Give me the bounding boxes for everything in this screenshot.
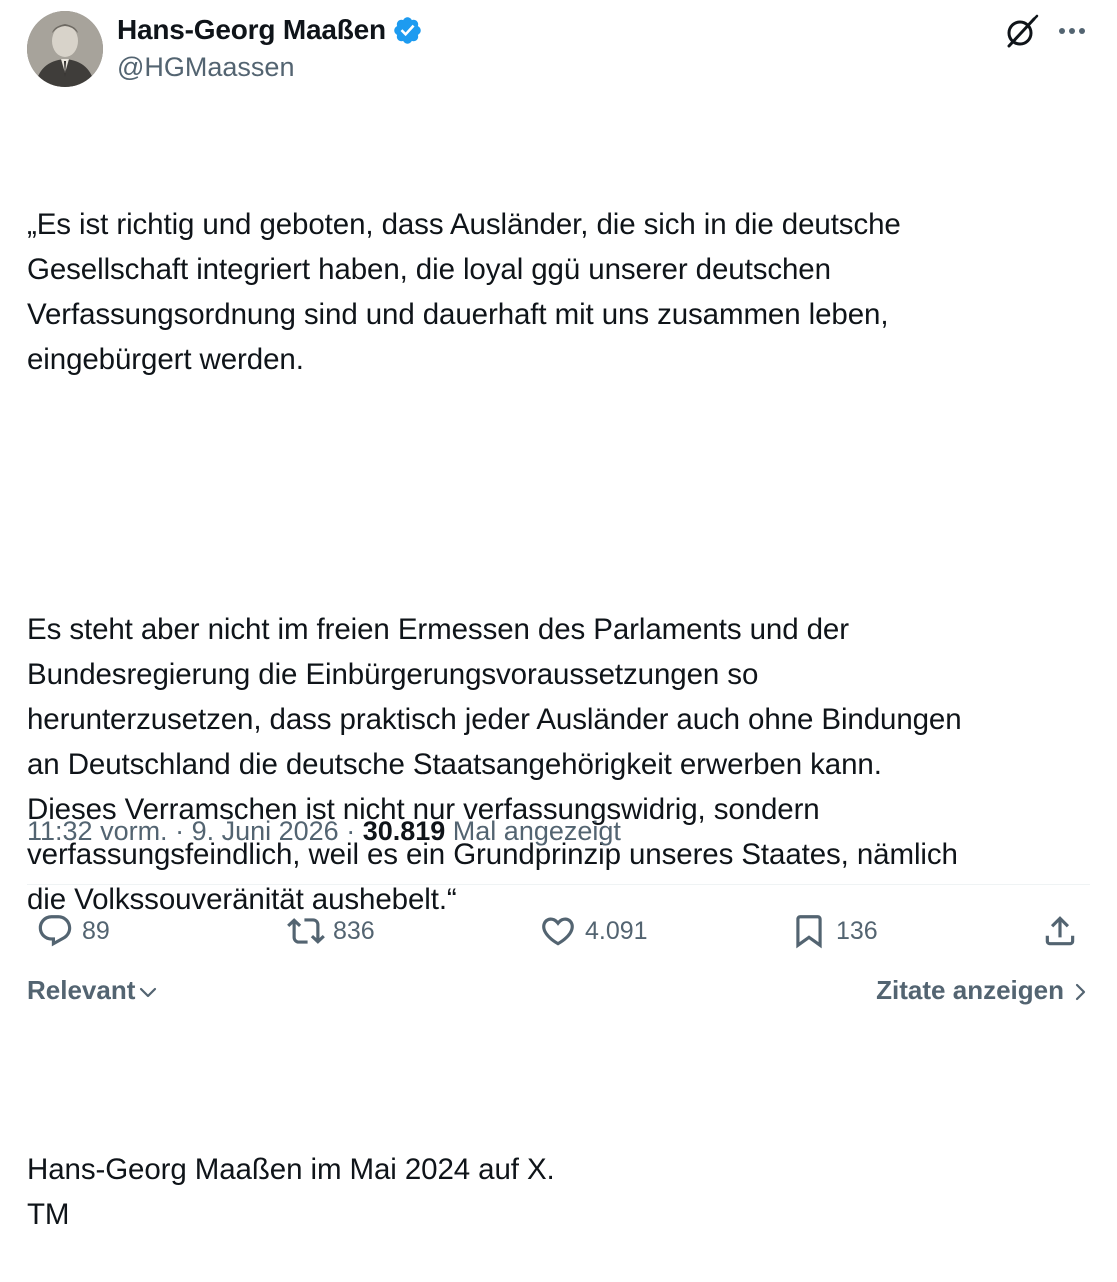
- reply-count: 89: [82, 916, 110, 945]
- reply-icon: [38, 915, 72, 947]
- tweet-paragraph: „Es ist richtig und geboten, dass Auslän…: [27, 208, 901, 376]
- like-count: 4.091: [585, 916, 648, 945]
- views-label: Mal angezeigt: [445, 816, 621, 846]
- tweet-time[interactable]: 11:32 vorm.: [27, 816, 168, 846]
- sort-replies-dropdown[interactable]: Relevant: [27, 972, 158, 1008]
- view-quotes-link[interactable]: Zitate anzeigen: [876, 972, 1090, 1008]
- views-count: 30.819: [362, 816, 446, 846]
- grok-icon[interactable]: [1003, 14, 1039, 50]
- sort-label: Relevant: [27, 974, 136, 1005]
- reply-button[interactable]: 89: [36, 908, 110, 954]
- avatar[interactable]: [27, 11, 103, 87]
- share-button[interactable]: [1041, 908, 1079, 954]
- bookmark-icon: [796, 915, 822, 949]
- like-button[interactable]: 4.091: [539, 908, 648, 954]
- meta-separator: ·: [167, 816, 192, 846]
- more-icon[interactable]: [1055, 14, 1091, 50]
- verified-badge-icon[interactable]: [392, 15, 423, 46]
- divider: [27, 884, 1090, 885]
- view-quotes-label: Zitate anzeigen: [876, 974, 1064, 1005]
- chevron-down-icon: [140, 987, 157, 998]
- avatar-portrait: [27, 11, 103, 87]
- author-handle[interactable]: @HGMaassen: [117, 52, 294, 83]
- share-icon: [1045, 916, 1075, 946]
- repost-count: 836: [333, 916, 375, 945]
- tweet-text: „Es ist richtig und geboten, dass Auslän…: [27, 112, 1092, 1282]
- bookmark-button[interactable]: 136: [790, 908, 878, 954]
- tweet-meta: 11:32 vorm. · 9. Juni 2026 · 30.819 Mal …: [27, 816, 621, 847]
- heart-icon: [542, 917, 574, 946]
- author-name-row[interactable]: Hans-Georg Maaßen: [117, 12, 423, 48]
- repost-button[interactable]: 836: [287, 908, 375, 954]
- tweet-paragraph: Es steht aber nicht im freien Ermessen d…: [27, 613, 962, 916]
- display-name[interactable]: Hans-Georg Maaßen: [117, 14, 386, 46]
- repost-icon: [287, 918, 325, 944]
- tweet-date[interactable]: 9. Juni 2026: [192, 816, 339, 846]
- bookmark-count: 136: [836, 916, 878, 945]
- chevron-right-icon: [1075, 983, 1086, 1000]
- meta-separator: ·: [338, 816, 363, 846]
- tweet-paragraph: Hans-Georg Maaßen im Mai 2024 auf X. TM: [27, 1153, 555, 1231]
